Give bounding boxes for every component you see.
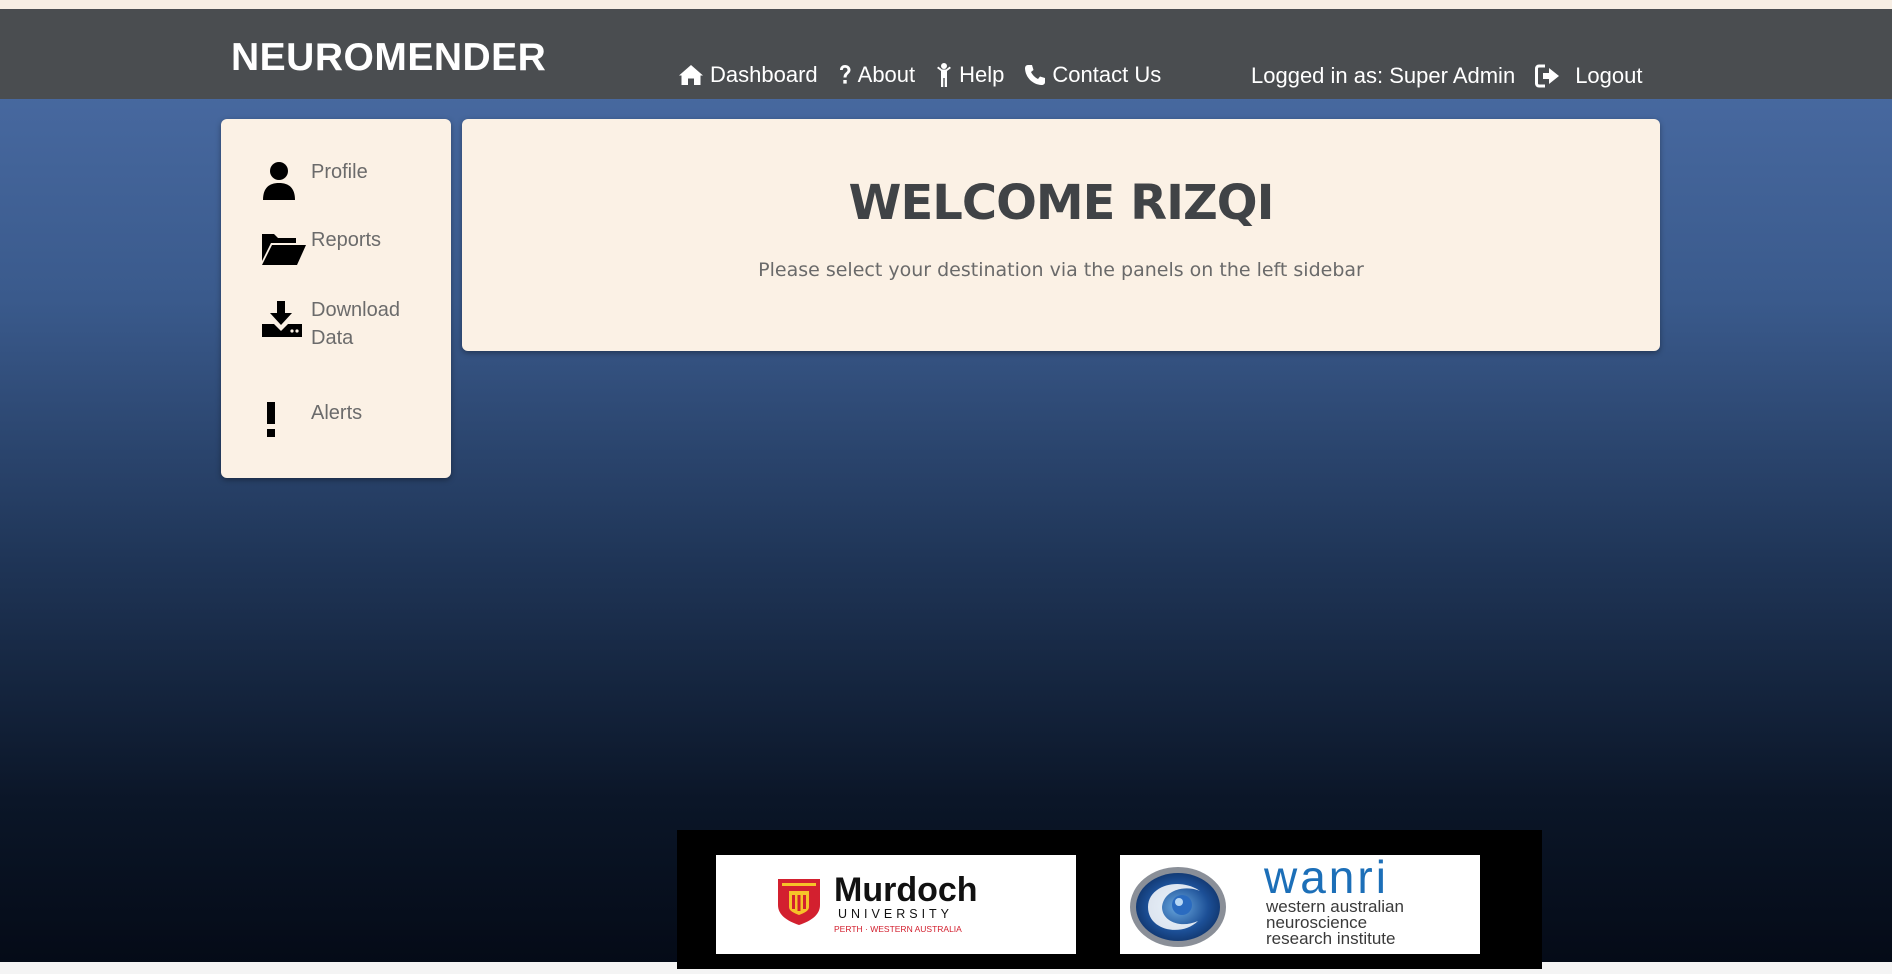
top-strip (0, 0, 1892, 9)
sidebar-item-label: Download Data (311, 299, 400, 349)
download-icon (262, 301, 302, 337)
sidebar-item-download-data[interactable]: Download Data (261, 299, 421, 352)
sidebar-item-reports[interactable]: Reports (261, 229, 421, 267)
murdoch-name-text: Murdoch (834, 871, 978, 909)
wanri-line4-text: research institute (1266, 929, 1395, 948)
logout-label: Logout (1575, 63, 1643, 88)
exclamation-icon (267, 402, 275, 437)
page-subtitle: Please select your destination via the p… (758, 259, 1364, 281)
murdoch-location-text: PERTH · WESTERN AUSTRALIA (834, 924, 962, 934)
sidebar-item-alerts[interactable]: Alerts (261, 401, 421, 439)
nav-about-label: About (857, 62, 916, 87)
brand-logo-text[interactable]: NEUROMENDER (231, 38, 546, 77)
sidebar: Profile Reports Download Data Alerts (221, 119, 451, 478)
logged-in-text: Logged in as: Super Admin (1251, 63, 1516, 88)
murdoch-logo-graphic: Murdoch UNIVERSITY PERTH · WESTERN AUSTR… (778, 871, 978, 934)
murdoch-university-text: UNIVERSITY (838, 907, 953, 921)
nav-help-link[interactable]: Help (935, 62, 1004, 88)
folder-open-icon (262, 234, 306, 265)
main-nav: Dashboard About Help Contact Us (678, 62, 1181, 88)
sidebar-item-profile[interactable]: Profile (261, 161, 421, 201)
person-icon (937, 63, 952, 87)
nav-help-label: Help (959, 62, 1005, 87)
home-icon (679, 65, 703, 85)
wanri-name-text: wanri (1263, 855, 1389, 903)
sidebar-item-label: Profile (311, 161, 368, 183)
nav-contact-link[interactable]: Contact Us (1024, 62, 1161, 88)
murdoch-university-logo: Murdoch UNIVERSITY PERTH · WESTERN AUSTR… (716, 855, 1076, 954)
footer-bottom-bar (677, 960, 1542, 969)
user-area: Logged in as: Super Admin Logout (1251, 63, 1642, 89)
sidebar-item-label: Alerts (311, 402, 363, 424)
wanri-logo-graphic: wanri western australian neuroscience re… (1130, 851, 1404, 948)
nav-dashboard-link[interactable]: Dashboard (678, 62, 818, 88)
logout-button[interactable]: Logout (1535, 63, 1642, 89)
question-icon (839, 65, 851, 84)
nav-contact-label: Contact Us (1052, 62, 1162, 87)
user-icon (263, 162, 295, 200)
nav-about-link[interactable]: About (838, 62, 916, 88)
page-title: WELCOME RIZQI (848, 175, 1275, 231)
logout-icon (1535, 64, 1560, 88)
welcome-panel: WELCOME RIZQI Please select your destina… (462, 119, 1660, 351)
nav-dashboard-label: Dashboard (710, 62, 818, 87)
wanri-logo: wanri western australian neuroscience re… (1120, 851, 1480, 954)
phone-icon (1025, 65, 1046, 85)
sidebar-item-label: Reports (311, 229, 382, 251)
